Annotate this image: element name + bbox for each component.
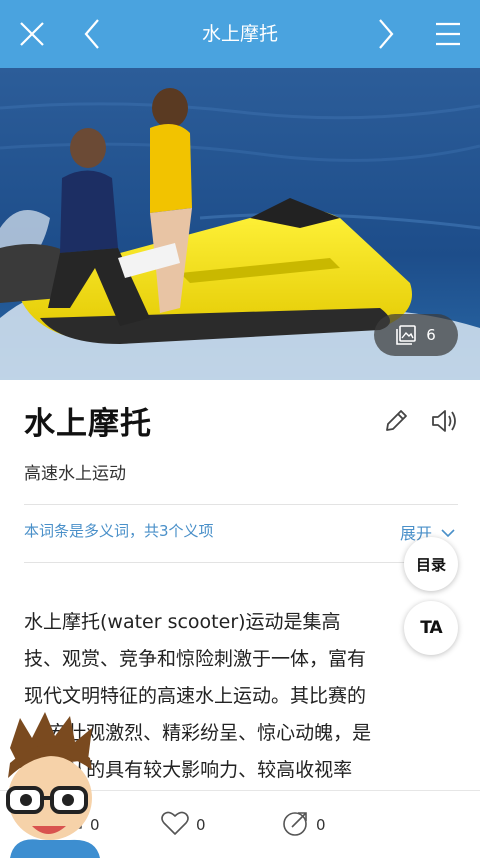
menu-icon[interactable]: [418, 0, 478, 68]
ta-button[interactable]: TA: [404, 601, 458, 655]
page-title: 水上摩托: [201, 23, 278, 45]
mascot-avatar[interactable]: [0, 708, 110, 858]
divider: [24, 562, 458, 563]
body-line: 技、观赏、竞争和惊险刺激于一体，富有: [24, 648, 367, 670]
page: 水上摩托 6 水上摩托 高速水上运动 本词条是多义词，共3个义项 展开 水上摩托…: [0, 0, 480, 858]
photo-count: 6: [426, 326, 436, 344]
top-bar: 水上摩托: [0, 0, 480, 68]
heart-icon: [160, 810, 190, 840]
chevron-right-icon[interactable]: [356, 0, 416, 68]
hero-image[interactable]: 6: [0, 68, 480, 380]
entry-subtitle: 高速水上运动: [24, 464, 126, 484]
chevron-left-icon[interactable]: [62, 0, 122, 68]
photo-count-badge[interactable]: 6: [374, 314, 458, 356]
close-icon[interactable]: [2, 0, 62, 68]
toc-button[interactable]: 目录: [404, 537, 458, 591]
speaker-icon[interactable]: [430, 407, 460, 439]
like-count: 0: [196, 816, 206, 834]
like-button[interactable]: 0: [160, 791, 206, 858]
share-count: 0: [316, 816, 326, 834]
body-line: 水上摩托(water scooter)运动是集高: [24, 611, 341, 633]
share-button[interactable]: 0: [282, 791, 326, 858]
polysemy-note[interactable]: 本词条是多义词，共3个义项: [24, 520, 214, 541]
divider: [24, 504, 458, 505]
share-icon: [282, 809, 310, 841]
edit-icon[interactable]: [383, 408, 409, 438]
gallery-icon: [396, 325, 417, 345]
